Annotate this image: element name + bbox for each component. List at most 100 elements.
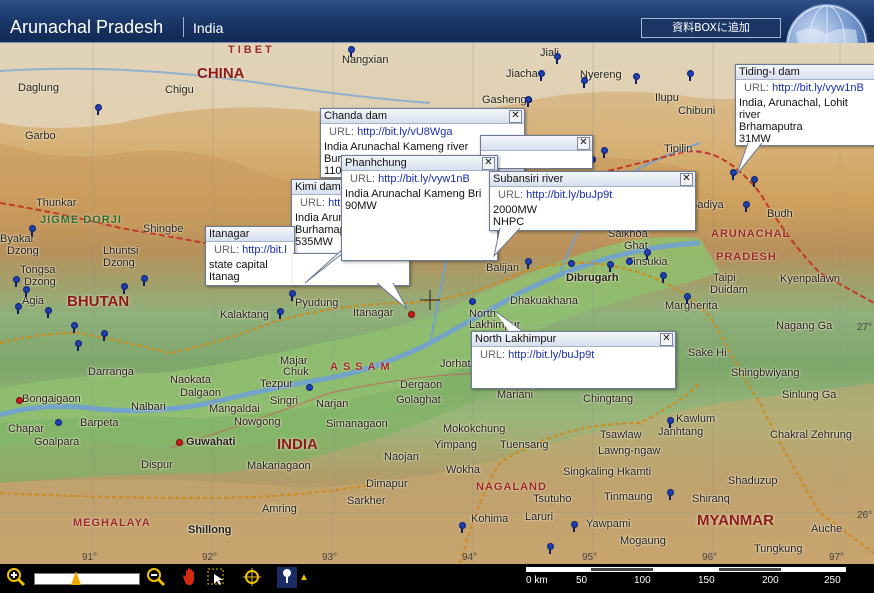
place-label: Chigu xyxy=(165,84,194,96)
scale-tick-label: 100 xyxy=(634,575,651,586)
dam-marker[interactable] xyxy=(347,46,356,57)
place-label: Mangaldai xyxy=(209,403,260,415)
dam-marker[interactable] xyxy=(94,104,103,115)
zoom-slider[interactable] xyxy=(34,571,140,585)
dam-marker[interactable] xyxy=(12,276,21,287)
dam-marker[interactable] xyxy=(606,261,615,272)
dam-marker[interactable] xyxy=(100,330,109,341)
popup-link[interactable]: http://bit.ly/vyw1nB xyxy=(772,82,864,94)
dam-marker[interactable] xyxy=(666,417,675,428)
dam-marker[interactable] xyxy=(524,258,533,269)
region-label: TIBET xyxy=(228,44,275,56)
popup-link[interactable]: http://bit.l xyxy=(242,244,287,256)
dam-marker[interactable] xyxy=(600,147,609,158)
dam-marker[interactable] xyxy=(70,322,79,333)
place-label: Nagang Ga xyxy=(776,320,833,332)
close-icon[interactable]: ✕ xyxy=(577,137,590,150)
info-popup[interactable]: North Lakhimpur ✕ URL: http://bit.ly/buJ… xyxy=(471,331,676,389)
latitude-label: 27° xyxy=(857,322,873,333)
dam-marker[interactable] xyxy=(742,201,751,212)
scale-segment xyxy=(590,567,654,572)
close-icon[interactable]: ✕ xyxy=(509,110,522,123)
place-label: Barpeta xyxy=(80,417,119,429)
popup-title: Chanda dam xyxy=(321,109,524,124)
close-icon[interactable]: ✕ xyxy=(482,157,495,170)
scale-tick-label: 0 km xyxy=(526,575,548,586)
info-popup[interactable]: Phanhchung ✕ URL: http://bit.ly/vyw1nB I… xyxy=(341,155,498,261)
popup-link[interactable]: http://bit.ly/vU8Wga xyxy=(357,126,452,138)
dam-marker[interactable] xyxy=(666,489,675,500)
dam-marker[interactable] xyxy=(580,77,589,88)
dam-marker[interactable] xyxy=(553,53,562,64)
place-label: Yimpang xyxy=(434,439,478,451)
hand-pan-icon[interactable] xyxy=(180,567,202,588)
dam-marker[interactable] xyxy=(524,96,533,107)
popup-link[interactable]: http://bit.ly/buJp9t xyxy=(508,349,594,361)
place-label: Tongsa xyxy=(20,264,56,276)
place-label: Shaduzup xyxy=(728,475,778,487)
place-label: Amring xyxy=(262,503,297,515)
place-label: Jiacha xyxy=(506,68,538,80)
zoom-slider-handle[interactable] xyxy=(71,571,81,585)
zoom-out-icon[interactable] xyxy=(144,567,168,588)
marker-layer-icon[interactable] xyxy=(277,567,297,588)
crosshair-icon[interactable] xyxy=(240,567,264,588)
dam-marker[interactable] xyxy=(643,249,652,260)
dam-marker[interactable] xyxy=(686,70,695,81)
layer-toggle-icon[interactable]: ▲ xyxy=(298,567,310,588)
dam-marker[interactable] xyxy=(750,176,759,187)
zoom-in-icon[interactable] xyxy=(4,567,28,588)
popup-link[interactable]: htt xyxy=(328,197,340,209)
place-label: Taipi xyxy=(713,272,736,284)
dam-marker[interactable] xyxy=(546,543,555,554)
capital-marker[interactable] xyxy=(176,439,183,446)
dam-marker[interactable] xyxy=(120,283,129,294)
url-label: URL: xyxy=(350,173,376,185)
popup-pointer xyxy=(493,228,521,258)
dam-marker[interactable] xyxy=(140,275,149,286)
info-popup[interactable]: Subansiri river ✕ URL: http://bit.ly/buJ… xyxy=(489,171,696,231)
dam-marker[interactable] xyxy=(458,522,467,533)
popup-url-row: URL: http://bit.ly/vyw1nB xyxy=(342,171,497,187)
dam-marker[interactable] xyxy=(14,303,23,314)
city-marker[interactable] xyxy=(469,298,476,305)
dam-marker[interactable] xyxy=(22,286,31,297)
city-marker[interactable] xyxy=(568,260,575,267)
place-label: Tungkung xyxy=(754,543,803,555)
select-tool-icon[interactable] xyxy=(205,567,227,588)
dam-marker[interactable] xyxy=(537,70,546,81)
info-popup[interactable]: Tiding-I dam URL: http://bit.ly/vyw1nB I… xyxy=(735,64,874,146)
popup-url-row: URL: http://bit.ly/buJp9t xyxy=(490,187,695,203)
scale-tick-label: 50 xyxy=(576,575,588,586)
city-marker[interactable] xyxy=(626,258,633,265)
dam-marker[interactable] xyxy=(44,307,53,318)
dam-marker[interactable] xyxy=(276,308,285,319)
popup-url-row: URL: http://bit.ly/buJp9t xyxy=(472,347,675,363)
dam-marker[interactable] xyxy=(683,293,692,304)
map-canvas[interactable]: CHINA BHUTAN INDIA MYANMAR TIBET JIGME D… xyxy=(0,43,874,564)
dam-marker[interactable] xyxy=(28,225,37,236)
city-marker[interactable] xyxy=(306,384,313,391)
page-subtitle: India xyxy=(193,20,224,36)
dam-marker[interactable] xyxy=(659,272,668,283)
popup-link[interactable]: http://bit.ly/vyw1nB xyxy=(378,173,470,185)
close-icon[interactable]: ✕ xyxy=(660,333,673,346)
scale-bar: 0 km 50 100 150 200 250 xyxy=(526,567,846,589)
place-label: Wokha xyxy=(446,464,481,476)
dam-marker[interactable] xyxy=(74,340,83,351)
popup-link[interactable]: http://bit.ly/buJp9t xyxy=(526,189,612,201)
add-to-box-button[interactable]: 資料BOXに追加 xyxy=(641,18,781,38)
close-icon[interactable]: ✕ xyxy=(680,173,693,186)
country-label: MYANMAR xyxy=(697,512,774,529)
dam-marker[interactable] xyxy=(632,73,641,84)
city-marker[interactable] xyxy=(55,419,62,426)
dam-marker[interactable] xyxy=(570,521,579,532)
place-label: Chakral Zehrung xyxy=(770,429,852,441)
capital-marker[interactable] xyxy=(16,397,23,404)
bottom-toolbar: ▲ 0 km 50 100 150 200 250 xyxy=(0,564,874,591)
place-label: Lhuntsi xyxy=(103,245,139,257)
place-label: Tuensang xyxy=(500,439,549,451)
region-label: PRADESH xyxy=(716,251,777,263)
info-popup[interactable]: Itanagar URL: http://bit.l state capital… xyxy=(205,226,295,286)
place-label: Tinmaung xyxy=(604,491,653,503)
